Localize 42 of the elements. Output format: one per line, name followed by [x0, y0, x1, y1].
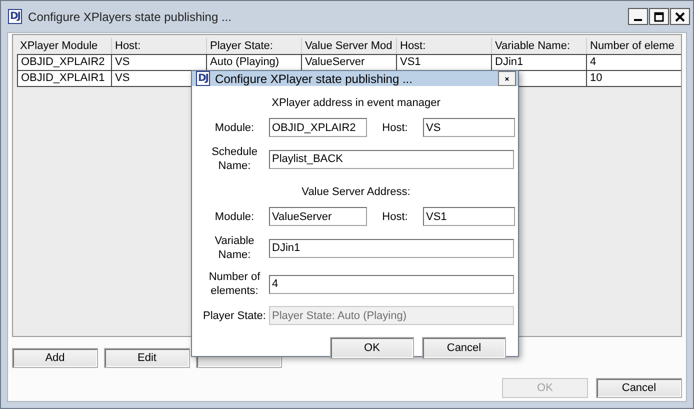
field-label: Number of elements: [208, 270, 262, 298]
field-label: Module: [214, 120, 256, 134]
field-label: Host: [381, 120, 409, 134]
table-cell: 4 [587, 54, 681, 71]
app-logo: DJ [196, 71, 210, 86]
table-cell: VS [112, 54, 207, 71]
table-cell: ValueServer [302, 54, 397, 71]
input-field[interactable]: ValueServer [269, 207, 367, 226]
close-icon [675, 12, 685, 22]
table-cell: VS1 [397, 54, 492, 71]
button[interactable]: Edit [104, 348, 190, 368]
input-field[interactable]: VS [423, 118, 515, 137]
field-label: Module: [214, 210, 256, 224]
input-field[interactable]: OBJID_XPLAIR2 [269, 118, 367, 137]
input-field[interactable]: Playlist_BACK [269, 150, 514, 168]
table-cell: OBJID_XPLAIR1 [17, 71, 112, 87]
dialog-title: Configure XPlayer state publishing ... [215, 72, 414, 86]
app-logo: DJ [8, 9, 22, 24]
field-label: Schedule Name: [210, 145, 258, 173]
table-cell: 10 [587, 71, 681, 87]
close-button[interactable] [670, 8, 690, 25]
button[interactable]: OK [330, 337, 414, 359]
close-button[interactable] [498, 71, 516, 86]
input-field[interactable]: DJin1 [269, 238, 514, 258]
section-heading: Value Server Address: [300, 185, 412, 200]
field-label: Host: [381, 210, 409, 224]
input-field[interactable]: VS1 [423, 207, 515, 226]
button[interactable]: Cancel [422, 337, 506, 359]
window-title: Configure XPlayers state publishing ... [28, 10, 232, 24]
table-cell: OBJID_XPLAIR2 [17, 54, 112, 71]
maximize-button[interactable] [649, 8, 669, 25]
table-cell: DJin1 [492, 54, 587, 71]
maximize-icon [654, 12, 664, 22]
button[interactable]: Cancel [596, 378, 682, 398]
field-label: Player State: [202, 308, 267, 322]
minimize-icon [634, 18, 642, 20]
field-label: Variable Name: [214, 234, 256, 262]
section-heading: XPlayer address in event manager [270, 96, 442, 111]
button[interactable]: Add [12, 348, 98, 368]
table-cell: Auto (Playing) [207, 54, 302, 71]
minimize-button[interactable] [628, 8, 648, 25]
input-field[interactable]: 4 [269, 274, 514, 294]
